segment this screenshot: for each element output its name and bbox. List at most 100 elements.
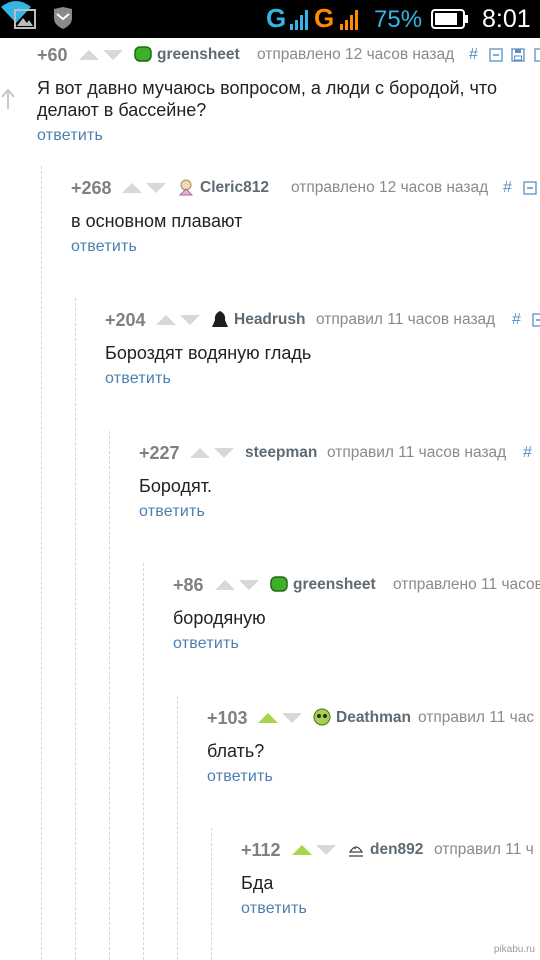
comment-header: +60 greensheet отправлено 12 часов назад # [37, 41, 540, 69]
green-skull-avatar-icon [313, 708, 331, 725]
upvote-icon[interactable] [78, 49, 100, 61]
comment-timestamp: отправлено 11 часов [393, 576, 540, 593]
comment-menu-icon[interactable] [533, 48, 540, 62]
comment-text-line: бородяную [173, 608, 266, 628]
comment-timestamp: отправлено 12 часов назад [291, 178, 489, 196]
status-bar: G G 75% 8:01 [0, 0, 540, 38]
thread-depth-line [75, 298, 76, 960]
comment-permalink[interactable]: # [469, 41, 478, 69]
signal-strength-2-icon [340, 10, 358, 30]
comment-permalink[interactable]: # [512, 306, 521, 334]
thread-depth-line [109, 430, 110, 960]
upvote-icon[interactable] [214, 579, 236, 591]
comment-author[interactable]: greensheet [293, 571, 376, 599]
network-type-2: G [314, 3, 335, 33]
comment-rating: +204 [105, 310, 146, 330]
comment-timestamp: отправлено 12 часов назад [257, 46, 455, 63]
comment-text: в основном плавают [71, 210, 520, 232]
comment-text-line: в основном плавают [71, 210, 243, 231]
comment-rating: +103 [207, 707, 248, 728]
comment-rating: +268 [71, 177, 112, 198]
comment-thread: +60 greensheet отправлено 12 часов назад # Я… [0, 38, 540, 960]
comment-rating: +86 [173, 575, 204, 595]
comment-timestamp: отправил 11 часов назад [316, 311, 496, 328]
comment-author[interactable]: Deathman [336, 704, 411, 732]
dark-figure-avatar-icon [212, 311, 228, 327]
comment-text: Бда [241, 872, 520, 894]
comment-text-line: делают в бассейне? [37, 100, 207, 120]
comment: +204 Headrush отправил 11 часов назад # Боро… [105, 306, 540, 438]
downvote-icon[interactable] [281, 712, 303, 724]
comment-text: Бороздят водяную гладь [105, 342, 520, 364]
comment-rating: +227 [139, 442, 180, 463]
collapse-arrow-icon[interactable] [0, 88, 16, 110]
comment-author[interactable]: den892 [370, 836, 423, 864]
reply-link[interactable]: ответить [71, 238, 137, 256]
comment: +60 greensheet отправлено 12 часов назад # Я… [37, 41, 540, 173]
downvote-icon[interactable] [213, 447, 235, 459]
downvote-icon[interactable] [145, 182, 167, 194]
network-type-1: G [266, 3, 287, 33]
green-blob-avatar-icon [270, 576, 288, 592]
comment-rating: +112 [241, 840, 281, 860]
comment-rating: +60 [37, 45, 68, 65]
reply-link[interactable]: ответить [139, 503, 205, 521]
reply-link[interactable]: ответить [173, 635, 239, 653]
comment-header: +227 steepman отправил 11 часов назад # [139, 439, 540, 467]
comment-header: +112 den892 отправил 11 ч [241, 836, 540, 864]
battery-icon [431, 9, 468, 29]
comment-text-line: Бороздят водяную гладь [105, 343, 312, 363]
comment-header: +204 Headrush отправил 11 часов назад # [105, 306, 540, 334]
upvote-icon[interactable] [189, 447, 211, 459]
shield-icon [54, 7, 72, 29]
collapse-icon[interactable] [523, 180, 537, 195]
downvote-icon[interactable] [102, 49, 124, 61]
comment-timestamp: отправил 11 час [418, 708, 535, 726]
comment-author[interactable]: steepman [245, 439, 317, 467]
collapse-icon[interactable] [532, 313, 540, 327]
sketch-face-avatar-icon [348, 846, 364, 857]
comment-author[interactable]: Headrush [234, 306, 306, 334]
watermark: pikabu.ru [493, 944, 535, 955]
signal-strength-1-icon [290, 10, 308, 30]
thread-depth-line [177, 695, 178, 960]
comment-permalink[interactable]: # [523, 439, 532, 467]
thread-depth-line [211, 828, 212, 960]
downvote-icon[interactable] [315, 844, 337, 856]
thread-depth-line [143, 563, 144, 960]
comment-text: бородяную [173, 607, 520, 629]
battery-percent: 75% [374, 6, 423, 33]
collapse-icon[interactable] [489, 48, 503, 62]
comment-text: Бородят. [139, 475, 520, 497]
reply-link[interactable]: ответить [207, 768, 273, 786]
upvote-icon[interactable] [121, 182, 143, 194]
comment: +86 greensheet отправлено 11 часов бородяну… [173, 571, 540, 703]
comment-text-line: Я вот давно мучаюсь вопросом, а люди с б… [37, 78, 497, 98]
comment-header: +268 Cleric812 отправлено 12 часов назад # [71, 174, 540, 202]
comment-author[interactable]: greensheet [157, 41, 240, 69]
comment-author[interactable]: Cleric812 [200, 174, 269, 202]
comment: +227 steepman отправил 11 часов назад # Боро… [139, 439, 540, 571]
gallery-icon [14, 9, 36, 29]
downvote-icon[interactable] [179, 314, 201, 326]
upvote-icon[interactable] [291, 844, 313, 856]
green-blob-avatar-icon [134, 46, 152, 62]
thread-depth-line [41, 165, 42, 960]
comment: +103 Deathman отправил 11 час блать? ответит… [207, 704, 540, 836]
upvote-icon[interactable] [155, 314, 177, 326]
reply-link[interactable]: ответить [241, 900, 307, 918]
comment: +268 Cleric812 отправлено 12 часов назад # в… [71, 174, 540, 306]
reply-link[interactable]: ответить [37, 127, 103, 145]
comment-text: блать? [207, 740, 520, 762]
downvote-icon[interactable] [238, 579, 260, 591]
cleric-avatar-icon [178, 179, 194, 195]
comment-timestamp: отправил 11 часов назад [327, 443, 507, 461]
upvote-icon[interactable] [257, 712, 279, 724]
comment-text-line: Бда [241, 873, 274, 893]
clock: 8:01 [482, 5, 531, 33]
comment-permalink[interactable]: # [503, 174, 512, 202]
reply-link[interactable]: ответить [105, 370, 171, 388]
comment-text: Я вот давно мучаюсь вопросом, а люди с б… [37, 77, 520, 121]
save-icon[interactable] [511, 48, 525, 62]
comment-header: +86 greensheet отправлено 11 часов [173, 571, 540, 599]
